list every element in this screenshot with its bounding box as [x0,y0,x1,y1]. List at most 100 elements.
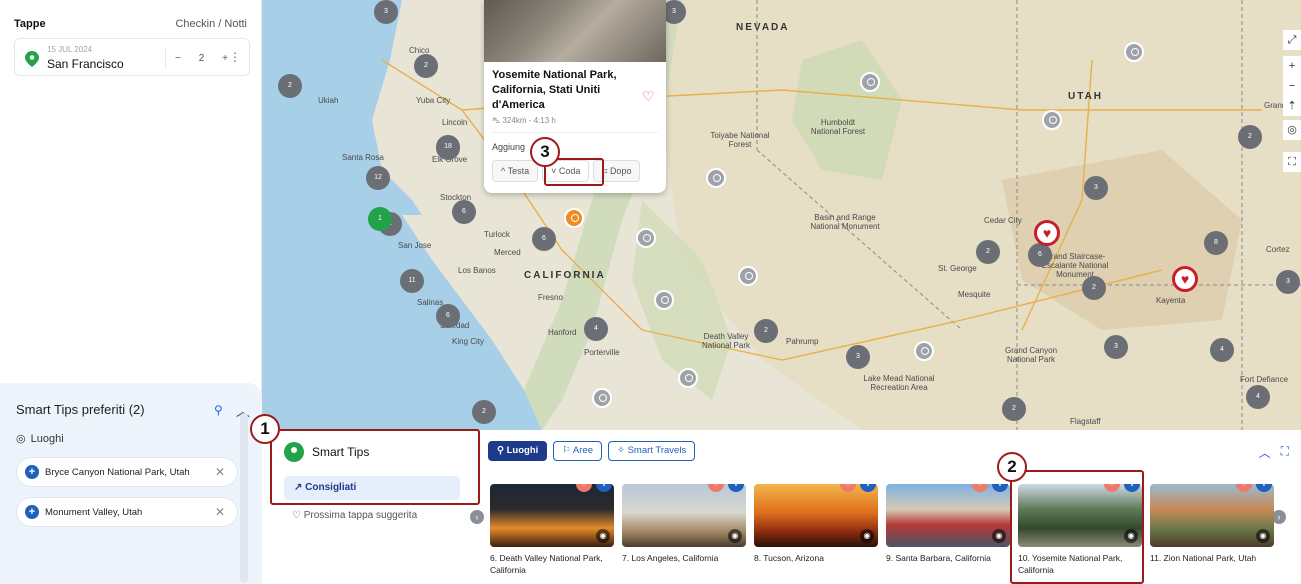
map-cluster[interactable]: 6 [532,227,556,251]
place-card[interactable]: ◉ ♡+ 9. Santa Barbara, California [886,484,1010,564]
nights-increment-button[interactable]: + [222,53,228,64]
map-cluster[interactable]: 4 [584,317,608,341]
map-cluster[interactable]: 3 [1084,176,1108,200]
favorite-heart-pin[interactable]: ♥ [1034,220,1060,246]
map-cluster[interactable]: 2 [1238,125,1262,149]
map-cluster[interactable]: 2 [1002,397,1026,421]
poi-pin[interactable] [860,72,880,92]
expand-icon[interactable]: ⛶ [1281,444,1289,461]
focus-icon[interactable]: ⛶ [1283,152,1301,172]
map-cluster[interactable]: 2 [754,319,778,343]
city-label: St. George [938,264,977,273]
poi-pin[interactable] [592,388,612,408]
map-cluster[interactable]: 3 [374,0,398,24]
poi-pin[interactable] [1124,42,1144,62]
stops-header: Tappe Checkin / Notti [14,18,247,30]
poi-pin[interactable] [738,266,758,286]
add-label: Aggiung [492,142,526,152]
map-cluster[interactable]: 12 [366,166,390,190]
tab-areas[interactable]: ⚐ Aree [553,441,602,461]
city-label: Los Banos [458,266,496,275]
map-cluster[interactable]: 3 [846,345,870,369]
favorites-scrollbar[interactable] [240,413,248,583]
poi-pin[interactable] [678,368,698,388]
place-card[interactable]: ◉ ♡+ 11. Zion National Park, Utah [1150,484,1274,564]
nights-stepper: − 2 + [165,47,237,69]
poi-pin[interactable] [706,168,726,188]
map-cluster[interactable]: 4 [1210,338,1234,362]
add-icon[interactable]: + [25,465,39,479]
state-label-nevada: NEVADA [736,22,790,33]
compass-icon[interactable]: ⇡ [1283,96,1301,116]
stop-card-san-francisco[interactable]: 15 JUL 2024 San Francisco − 2 + ⋮ [14,38,250,76]
park-label: Lake Mead National Recreation Area [863,374,935,392]
map-cluster[interactable]: 2 [1082,276,1106,300]
tab-places-label: Luoghi [506,445,539,456]
poi-pin[interactable] [636,228,656,248]
map-cluster[interactable]: 11 [400,269,424,293]
eye-icon[interactable]: ◉ [596,529,610,543]
map-cluster[interactable]: 6 [1028,243,1052,267]
heart-icon[interactable]: ♡ [642,88,655,105]
places-carousel: ◉ ♡+ 6. Death Valley National Park, Cali… [490,484,1290,584]
more-options-icon[interactable]: ⋮ [229,50,241,64]
place-card-image: ◉ [754,484,878,547]
close-icon[interactable]: ✕ [215,465,225,479]
zoom-in-button[interactable]: + [1283,56,1301,76]
chevron-up-icon[interactable]: ︿ [1259,444,1271,461]
insert-head-button[interactable]: ^ Testa [492,160,539,182]
place-card[interactable]: ◉ ♡+ 6. Death Valley National Park, Cali… [490,484,614,576]
location-outline-icon: ◎ [16,433,26,445]
poi-pin[interactable] [654,290,674,310]
map-canvas[interactable]: NEVADA UTAH CALIFORNIA Chico Ukiah Yuba … [262,0,1301,430]
map-cluster[interactable]: 2 [414,54,438,78]
eye-icon[interactable]: ◉ [860,529,874,543]
place-photo [484,0,666,62]
close-icon[interactable]: ✕ [215,505,225,519]
favorite-item[interactable]: + Monument Valley, Utah ✕ [16,497,238,527]
place-card-label: 7. Los Angeles, California [622,553,719,563]
insert-after-label: Dopo [609,166,632,176]
add-icon[interactable]: + [25,505,39,519]
locate-icon[interactable]: ◎ [1283,120,1301,140]
eye-icon[interactable]: ◉ [728,529,742,543]
place-card[interactable]: ◉ ♡+ 7. Los Angeles, California [622,484,746,564]
poi-pin[interactable] [914,341,934,361]
eye-icon[interactable]: ◉ [992,529,1006,543]
map-cluster[interactable]: 3 [1104,335,1128,359]
eye-icon[interactable]: ◉ [1256,529,1270,543]
next-stop-suggested-tab[interactable]: ♡ Prossima tappa suggerita [292,510,417,521]
carousel-prev-icon[interactable]: ‹ [470,510,484,524]
city-label: Porterville [584,348,620,357]
tab-smart-travels[interactable]: ✧ Smart Travels [607,441,696,461]
zoom-out-button[interactable]: − [1283,76,1301,96]
poi-pin[interactable] [1042,110,1062,130]
map-cluster[interactable]: 6 [452,200,476,224]
place-card[interactable]: ◉ ♡+ 8. Tucson, Arizona [754,484,878,564]
city-label: Kayenta [1156,296,1186,305]
map-cluster[interactable]: 4 [1246,385,1270,409]
map-cluster[interactable]: 18 [436,135,460,159]
stops-title: Tappe [14,18,46,30]
favorite-heart-pin[interactable]: ♥ [1172,266,1198,292]
map-pin-icon[interactable]: ⚲ [214,403,223,417]
city-label: Santa Rosa [342,153,384,162]
place-card-label: 8. Tucson, Arizona [754,553,824,563]
map-cluster[interactable]: 2 [976,240,1000,264]
current-stop-pin[interactable]: 1 [368,207,392,231]
tab-places[interactable]: ⚲ Luoghi [488,441,548,461]
favorite-item[interactable]: + Bryce Canyon National Park, Utah ✕ [16,457,238,487]
map-cluster[interactable]: 2 [472,400,496,424]
tab-smart-travels-label: Smart Travels [627,445,687,456]
selected-poi-pin[interactable] [564,208,584,228]
map-cluster[interactable]: 8 [1204,231,1228,255]
map-cluster[interactable]: 3 [1276,270,1300,294]
map-cluster[interactable]: 6 [436,304,460,328]
nights-decrement-button[interactable]: − [175,53,181,64]
annotation-badge-1: 1 [250,414,280,444]
place-distance-value: 324km - 4:13 h [502,116,556,125]
filter-tabs: ⚲ Luoghi ⚐ Aree ✧ Smart Travels [488,441,696,461]
city-label: Salinas [417,298,444,307]
fullscreen-icon[interactable]: ⤢ [1283,30,1301,50]
map-cluster[interactable]: 2 [278,74,302,98]
